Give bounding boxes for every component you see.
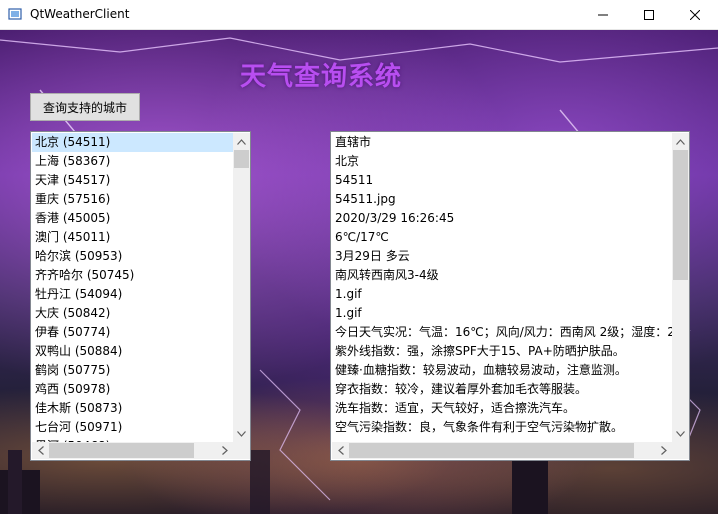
weather-detail-item[interactable]: 2020/3/29 16:26:45 [332, 209, 673, 228]
city-list-item[interactable]: 哈尔滨 (50953) [32, 247, 234, 266]
window-title: QtWeatherClient [30, 7, 130, 21]
city-list-item[interactable]: 北京 (54511) [32, 133, 234, 152]
minimize-button[interactable] [580, 0, 626, 30]
scroll-thumb[interactable] [673, 150, 688, 280]
city-list-item[interactable]: 牡丹江 (54094) [32, 285, 234, 304]
title-bar: QtWeatherClient [0, 0, 718, 30]
maximize-button[interactable] [626, 0, 672, 30]
weather-detail-item[interactable]: 南风转西南风3-4级 [332, 266, 673, 285]
query-cities-button[interactable]: 查询支持的城市 [30, 93, 140, 121]
scroll-up-arrow-icon[interactable] [672, 133, 689, 150]
weather-detail-item[interactable]: 54511 [332, 171, 673, 190]
city-list-item[interactable]: 天津 (54517) [32, 171, 234, 190]
close-button[interactable] [672, 0, 718, 30]
detail-list-vertical-scrollbar[interactable] [672, 133, 689, 442]
weather-detail-item[interactable]: 1.gif [332, 304, 673, 323]
city-list-item[interactable]: 香港 (45005) [32, 209, 234, 228]
scroll-down-arrow-icon[interactable] [672, 425, 689, 442]
city-list-item[interactable]: 鸡西 (50978) [32, 380, 234, 399]
minimize-icon [598, 10, 608, 20]
city-list-item[interactable]: 鹤岗 (50775) [32, 361, 234, 380]
page-title: 天气查询系统 [240, 62, 403, 92]
city-list-item[interactable]: 佳木斯 (50873) [32, 399, 234, 418]
detail-list-horizontal-scrollbar[interactable] [332, 442, 672, 459]
scroll-left-arrow-icon[interactable] [32, 442, 49, 459]
maximize-icon [644, 10, 654, 20]
weather-detail-item[interactable]: 健臻·血糖指数：较易波动，血糖较易波动，注意监测。 [332, 361, 673, 380]
weather-detail-item[interactable]: 1.gif [332, 285, 673, 304]
scroll-corner [672, 442, 689, 459]
weather-detail-item[interactable]: 穿衣指数：较冷，建议着厚外套加毛衣等服装。 [332, 380, 673, 399]
weather-detail-item[interactable]: 54511.jpg [332, 190, 673, 209]
city-list-item[interactable]: 重庆 (57516) [32, 190, 234, 209]
scroll-right-arrow-icon[interactable] [655, 442, 672, 459]
weather-detail-list[interactable]: 直辖市 北京 54511 54511.jpg 2020/3/29 16:26:45 6℃/… [330, 131, 690, 461]
city-list-rows: 北京 (54511) 上海 (58367) 天津 (54517) 重庆 (57516)… [32, 133, 234, 442]
weather-detail-item[interactable]: 紫外线指数：强，涂擦SPF大于15、PA+防晒护肤品。 [332, 342, 673, 361]
scroll-right-arrow-icon[interactable] [216, 442, 233, 459]
weather-detail-item[interactable]: 洗车指数：适宜，天气较好，适合擦洗汽车。 [332, 399, 673, 418]
weather-detail-item[interactable]: 空气污染指数：良，气象条件有利于空气污染物扩散。 [332, 418, 673, 437]
weather-detail-item[interactable]: 直辖市 [332, 133, 673, 152]
scroll-up-arrow-icon[interactable] [233, 133, 250, 150]
weather-detail-item[interactable]: 北京 [332, 152, 673, 171]
weather-detail-item[interactable]: 今日天气实况：气温：16℃；风向/风力：西南风 2级；湿度：2 [332, 323, 673, 342]
city-list-item[interactable]: 上海 (58367) [32, 152, 234, 171]
qt-app-icon [8, 7, 22, 21]
city-list[interactable]: 北京 (54511) 上海 (58367) 天津 (54517) 重庆 (57516)… [30, 131, 251, 461]
city-list-item[interactable]: 双鸭山 (50884) [32, 342, 234, 361]
city-list-item[interactable]: 七台河 (50971) [32, 418, 234, 437]
city-list-vertical-scrollbar[interactable] [233, 133, 250, 442]
city-list-item[interactable]: 澳门 (45011) [32, 228, 234, 247]
weather-detail-item[interactable]: 6℃/17℃ [332, 228, 673, 247]
city-list-item[interactable]: 伊春 (50774) [32, 323, 234, 342]
scroll-corner [233, 442, 250, 459]
close-icon [690, 10, 700, 20]
weather-detail-item[interactable]: 3月29日 多云 [332, 247, 673, 266]
scroll-thumb[interactable] [49, 443, 194, 458]
city-list-item[interactable]: 齐齐哈尔 (50745) [32, 266, 234, 285]
client-area: 天气查询系统 查询支持的城市 北京 (54511) 上海 (58367) 天津 (5… [0, 30, 718, 514]
city-list-item[interactable]: 大庆 (50842) [32, 304, 234, 323]
weather-detail-rows: 直辖市 北京 54511 54511.jpg 2020/3/29 16:26:45 6℃/… [332, 133, 673, 442]
scroll-left-arrow-icon[interactable] [332, 442, 349, 459]
scroll-thumb[interactable] [349, 443, 634, 458]
scroll-thumb[interactable] [234, 150, 249, 168]
scroll-down-arrow-icon[interactable] [233, 425, 250, 442]
city-list-horizontal-scrollbar[interactable] [32, 442, 233, 459]
